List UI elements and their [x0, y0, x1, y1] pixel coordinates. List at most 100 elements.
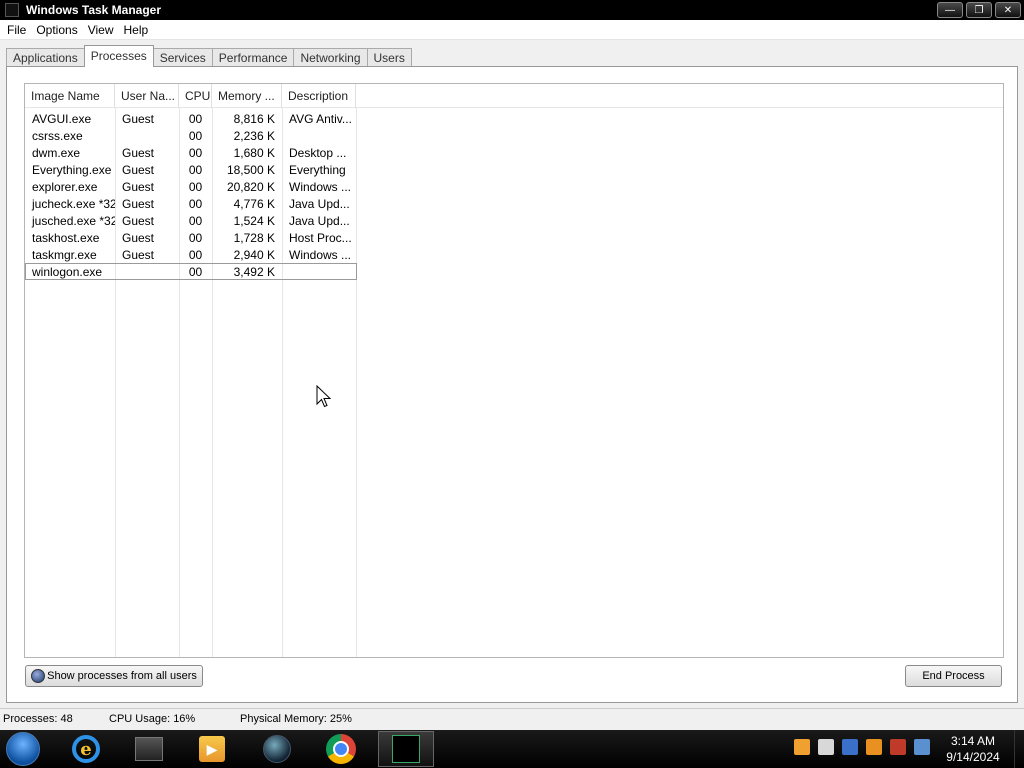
cell-memory: 1,524 K — [233, 213, 275, 228]
column-header-description[interactable]: Description — [282, 84, 356, 108]
cell-description: Java Upd... — [289, 196, 350, 211]
clock-time: 3:14 AM — [950, 734, 996, 748]
cell-memory: 8,816 K — [233, 111, 275, 126]
start-button[interactable] — [6, 732, 40, 766]
cell-image-name: jucheck.exe *32 — [32, 196, 115, 211]
cell-image-name: jusched.exe *32 — [32, 213, 115, 228]
process-row[interactable]: Everything.exe Guest 00 18,500 K Everything — [25, 161, 1003, 178]
cell-user-name: Guest — [122, 196, 155, 211]
orange-tray-icon[interactable] — [794, 739, 810, 755]
cell-memory: 2,236 K — [233, 128, 275, 143]
end-process-button[interactable]: End Process — [905, 665, 1002, 687]
cell-image-name: dwm.exe — [32, 145, 81, 160]
menu-bar: File Options View Help — [0, 20, 1024, 40]
menu-view[interactable]: View — [83, 23, 119, 37]
file-explorer-taskbar-button[interactable] — [132, 733, 166, 765]
network-tray-icon[interactable] — [914, 739, 930, 755]
file-explorer-icon — [135, 737, 163, 761]
flag-tray-icon[interactable] — [890, 739, 906, 755]
media-player-icon: ▶ — [199, 736, 225, 762]
tab-services[interactable]: Services — [152, 48, 213, 67]
column-header-user-name[interactable]: User Na... — [115, 84, 179, 108]
chrome-icon — [326, 734, 356, 764]
process-row[interactable]: jusched.exe *32 Guest 00 1,524 K Java Upd... — [25, 212, 1003, 229]
status-cpu-usage: CPU Usage: 16% — [109, 713, 196, 725]
cell-cpu: 00 — [188, 247, 203, 262]
process-row[interactable]: csrss.exe 00 2,236 K — [25, 127, 1003, 144]
tab-applications[interactable]: Applications — [6, 48, 85, 67]
cell-memory: 18,500 K — [226, 162, 275, 177]
process-row[interactable]: AVGUI.exe Guest 00 8,816 K AVG Antiv... — [25, 110, 1003, 127]
task-manager-window: Windows Task Manager — ❐ ✕ File Options … — [0, 0, 1024, 730]
show-all-processes-label: Show processes from all users — [47, 670, 197, 682]
window-title: Windows Task Manager — [26, 3, 162, 17]
chrome-taskbar-button[interactable] — [324, 733, 358, 765]
cell-user-name: Guest — [122, 162, 155, 177]
globe-icon — [263, 735, 291, 763]
uac-shield-icon — [31, 669, 46, 683]
tab-processes[interactable]: Processes — [83, 45, 154, 67]
restore-button[interactable]: ❐ — [966, 2, 992, 18]
cell-user-name: Guest — [122, 179, 155, 194]
taskbar-clock[interactable]: 3:14 AM 9/14/2024 — [936, 733, 1010, 765]
cell-image-name: taskmgr.exe — [32, 247, 97, 262]
system-tray — [794, 739, 938, 755]
menu-options[interactable]: Options — [31, 23, 82, 37]
cell-user-name: Guest — [122, 145, 155, 160]
cell-image-name: explorer.exe — [32, 179, 98, 194]
status-processes: Processes: 48 — [3, 713, 73, 725]
process-row[interactable]: taskhost.exe Guest 00 1,728 K Host Proc... — [25, 229, 1003, 246]
close-button[interactable]: ✕ — [995, 2, 1021, 18]
process-row[interactable]: explorer.exe Guest 00 20,820 K Windows ... — [25, 178, 1003, 195]
status-bar: Processes: 48 CPU Usage: 16% Physical Me… — [0, 708, 1024, 730]
cell-image-name: csrss.exe — [32, 128, 83, 143]
process-row[interactable]: dwm.exe Guest 00 1,680 K Desktop ... — [25, 144, 1003, 161]
notes-tray-icon[interactable] — [818, 739, 834, 755]
cell-memory: 3,492 K — [233, 264, 275, 279]
cell-memory: 1,680 K — [233, 145, 275, 160]
status-physical-memory: Physical Memory: 25% — [240, 713, 352, 725]
cell-image-name: taskhost.exe — [32, 230, 100, 245]
menu-file[interactable]: File — [2, 23, 31, 37]
cell-cpu: 00 — [188, 179, 203, 194]
cell-description: Windows ... — [289, 247, 352, 262]
process-rows: AVGUI.exe Guest 00 8,816 K AVG Antiv... csrss… — [25, 110, 1003, 280]
tab-performance[interactable]: Performance — [211, 48, 295, 67]
cell-image-name: AVGUI.exe — [32, 111, 92, 126]
cell-description: AVG Antiv... — [289, 111, 352, 126]
cell-memory: 4,776 K — [233, 196, 275, 211]
process-row[interactable]: taskmgr.exe Guest 00 2,940 K Windows ... — [25, 246, 1003, 263]
task-manager-icon — [392, 735, 420, 763]
cell-cpu: 00 — [188, 196, 203, 211]
internet-explorer-icon: e — [72, 735, 100, 763]
shield-tray-icon[interactable] — [842, 739, 858, 755]
process-row[interactable]: jucheck.exe *32 Guest 00 4,776 K Java Upd... — [25, 195, 1003, 212]
cell-description: Java Upd... — [289, 213, 350, 228]
tab-networking[interactable]: Networking — [293, 48, 368, 67]
title-bar[interactable]: Windows Task Manager — ❐ ✕ — [0, 0, 1024, 20]
processes-panel: Image Name User Na... CPU Memory ... Des… — [6, 66, 1018, 703]
internet-explorer-taskbar-button[interactable]: e — [69, 733, 103, 765]
cell-description: Everything — [289, 162, 346, 177]
globe-taskbar-button[interactable] — [260, 733, 294, 765]
column-header-image-name[interactable]: Image Name — [25, 84, 115, 108]
show-all-processes-button[interactable]: Show processes from all users — [25, 665, 203, 687]
show-desktop-button[interactable] — [1014, 730, 1024, 768]
start-orb-icon — [6, 732, 40, 766]
cell-cpu: 00 — [188, 128, 203, 143]
clock-date: 9/14/2024 — [946, 750, 1000, 764]
cell-cpu: 00 — [188, 145, 203, 160]
process-list-header: Image Name User Na... CPU Memory ... Des… — [25, 84, 1003, 108]
cell-user-name: Guest — [122, 247, 155, 262]
cell-cpu: 00 — [188, 213, 203, 228]
process-row[interactable]: winlogon.exe 00 3,492 K — [25, 263, 357, 280]
media-player-taskbar-button[interactable]: ▶ — [195, 733, 229, 765]
task-manager-taskbar-button[interactable] — [378, 731, 434, 767]
menu-help[interactable]: Help — [119, 23, 154, 37]
minimize-button[interactable]: — — [937, 2, 963, 18]
tab-users[interactable]: Users — [366, 48, 412, 67]
search-tray-icon[interactable] — [866, 739, 882, 755]
column-header-cpu[interactable]: CPU — [179, 84, 212, 108]
column-header-memory[interactable]: Memory ... — [212, 84, 282, 108]
process-list[interactable]: Image Name User Na... CPU Memory ... Des… — [24, 83, 1004, 658]
